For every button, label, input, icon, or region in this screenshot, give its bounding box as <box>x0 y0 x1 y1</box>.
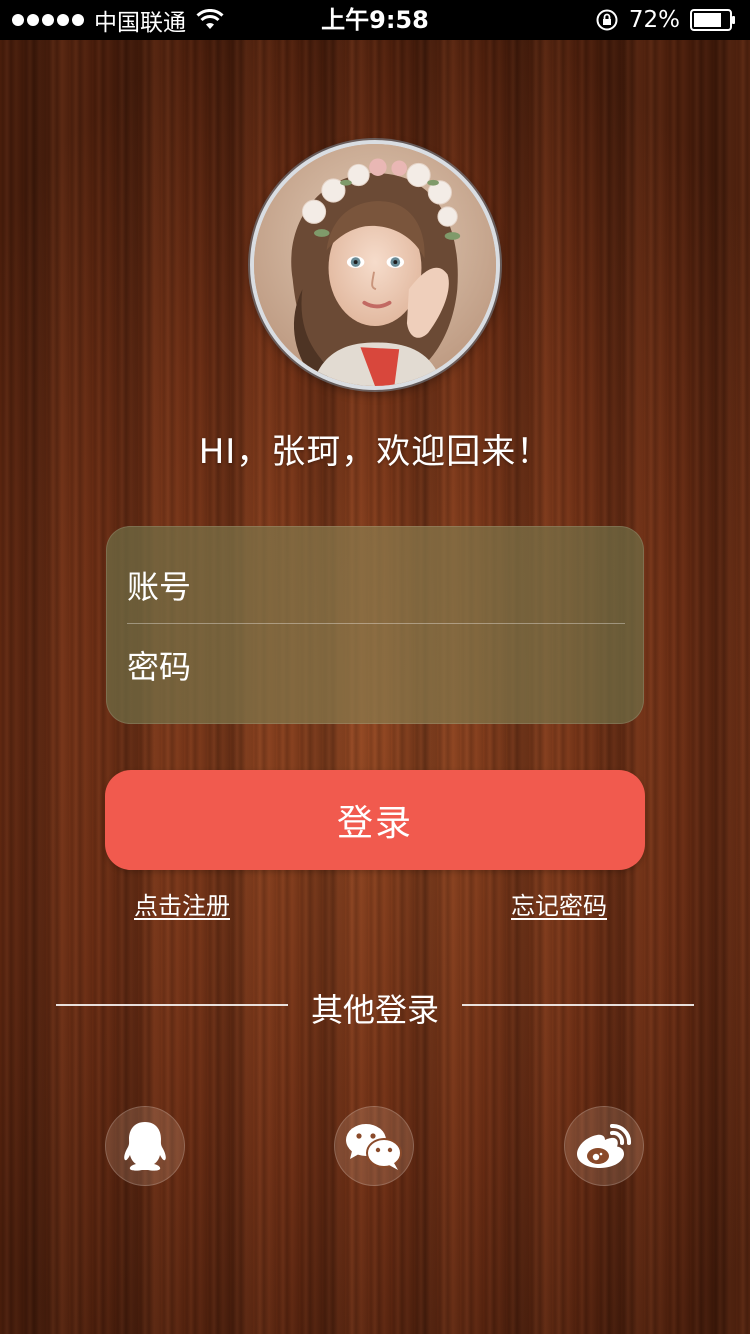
qq-icon <box>124 1122 166 1171</box>
weibo-icon <box>577 1123 632 1168</box>
status-right: 72% <box>595 0 736 40</box>
wechat-icon <box>346 1124 402 1170</box>
status-bar: 中国联通 上午9:58 72% <box>0 0 750 40</box>
weibo-login-button[interactable] <box>564 1106 644 1186</box>
other-login-title: 其他登录 <box>310 991 439 1029</box>
forgot-password-link[interactable]: 忘记密码 <box>511 886 607 921</box>
login-form <box>106 526 644 724</box>
login-button[interactable]: 登录 <box>105 770 645 870</box>
account-input[interactable] <box>127 557 625 617</box>
user-avatar[interactable] <box>250 140 500 390</box>
other-login-divider-right <box>462 1004 694 1006</box>
battery-icon <box>690 9 735 31</box>
form-divider <box>127 623 625 624</box>
rotation-lock-icon <box>596 9 618 31</box>
wechat-login-button[interactable] <box>334 1106 414 1186</box>
register-link[interactable]: 点击注册 <box>134 886 230 921</box>
password-input[interactable] <box>127 637 625 697</box>
qq-login-button[interactable] <box>105 1106 185 1186</box>
avatar-photo <box>254 144 496 386</box>
welcome-greeting: HI，张珂，欢迎回来！ <box>198 432 552 472</box>
battery-percentage: 72% <box>628 7 680 33</box>
